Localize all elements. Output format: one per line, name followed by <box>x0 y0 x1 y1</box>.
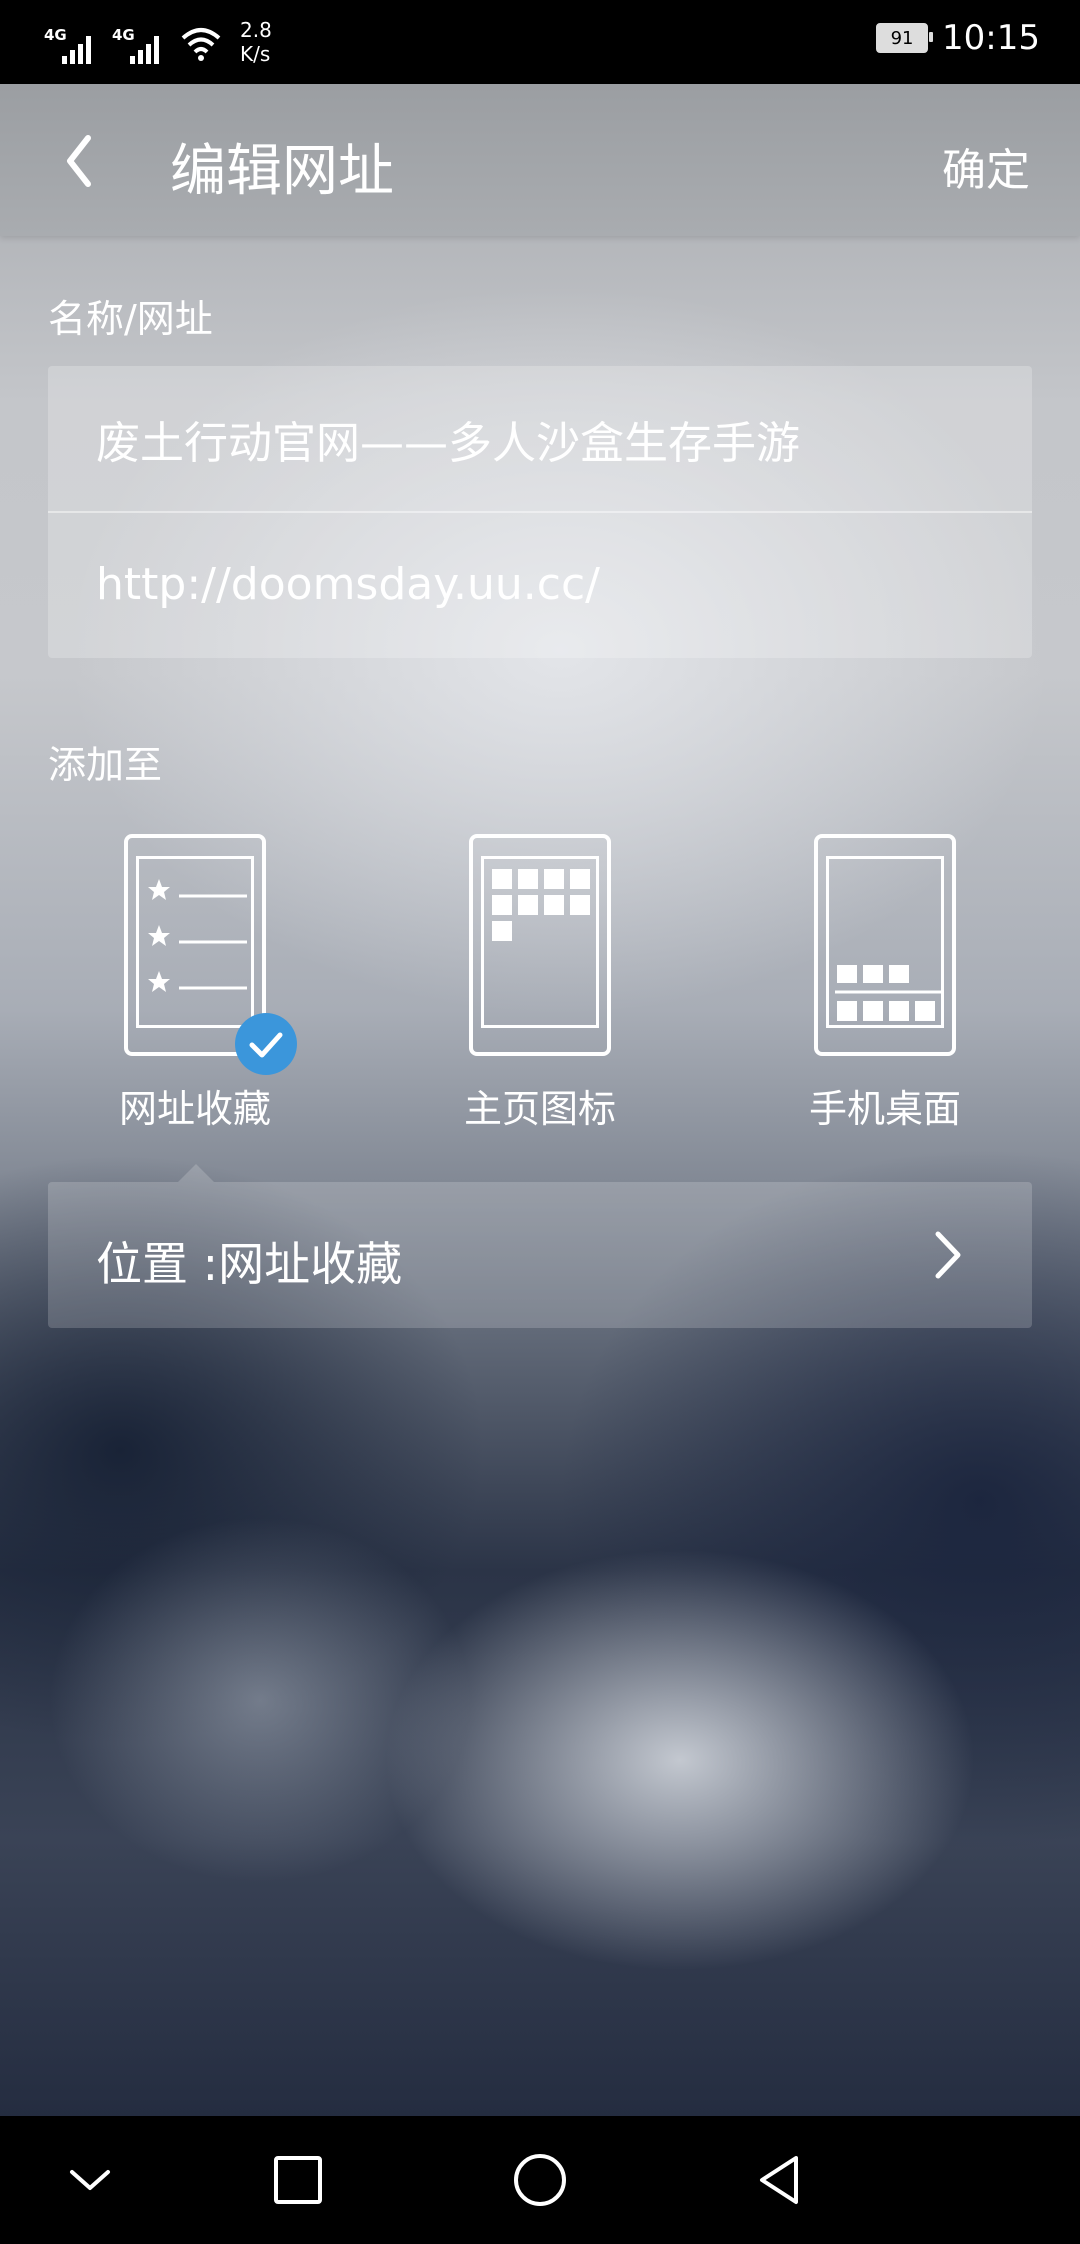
signal-icon: 4G <box>44 26 98 66</box>
name-field[interactable]: 废土行动官网——多人沙盒生存手游 <box>48 366 1032 511</box>
system-nav-bar <box>0 2116 1080 2244</box>
chevron-right-icon <box>935 1231 961 1279</box>
location-row[interactable]: 位置 :网址收藏 <box>48 1164 1032 1328</box>
name-url-label: 名称/网址 <box>48 297 213 341</box>
add-to-label: 添加至 <box>48 743 163 787</box>
target-homepage-label: 主页图标 <box>463 1087 616 1131</box>
name-url-card: 废土行动官网——多人沙盒生存手游 http://doomsday.uu.cc/ <box>48 366 1032 658</box>
check-icon <box>235 1013 297 1075</box>
chevron-left-icon <box>67 135 91 187</box>
network-type-label: 4G <box>44 26 67 44</box>
target-desktop-label: 手机桌面 <box>808 1087 961 1131</box>
network-speed: 2.8 K/s <box>240 18 272 66</box>
status-bar: 4G 4G 2.8 K/s 91 10:15 <box>0 0 1080 84</box>
app-header: 编辑网址 确定 <box>0 84 1080 236</box>
home-icon[interactable] <box>508 2148 572 2212</box>
back-button[interactable] <box>56 128 116 194</box>
selection-pointer <box>178 1164 214 1182</box>
target-homepage-icon[interactable]: 主页图标 <box>440 834 640 1133</box>
recents-icon[interactable] <box>266 2148 330 2212</box>
page-title: 编辑网址 <box>170 139 394 204</box>
network-type-label: 4G <box>112 26 135 44</box>
desktop-icon <box>814 834 956 1056</box>
clock: 10:15 <box>942 18 1040 58</box>
location-text: 位置 :网址收藏 <box>96 1237 403 1291</box>
homepage-grid-icon <box>469 834 611 1056</box>
url-field[interactable]: http://doomsday.uu.cc/ <box>48 511 1032 656</box>
confirm-button[interactable]: 确定 <box>942 134 1030 198</box>
battery-icon: 91 <box>876 23 934 53</box>
back-nav-icon[interactable] <box>748 2148 812 2212</box>
target-bookmarks-label: 网址收藏 <box>118 1087 271 1131</box>
signal-icon: 4G <box>112 26 166 66</box>
chevron-down-icon[interactable] <box>58 2148 122 2212</box>
target-bookmarks[interactable]: 网址收藏 <box>95 834 295 1133</box>
target-desktop[interactable]: 手机桌面 <box>785 834 985 1133</box>
wifi-icon <box>180 26 222 66</box>
